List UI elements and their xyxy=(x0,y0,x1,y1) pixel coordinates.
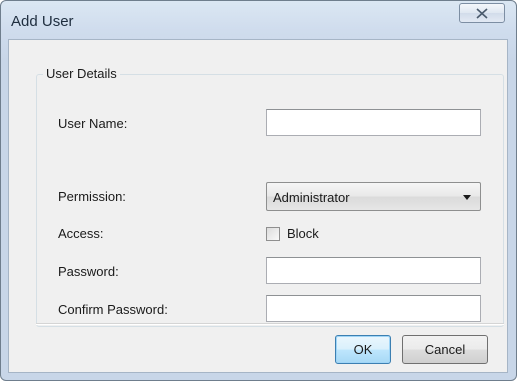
ok-button[interactable]: OK xyxy=(335,335,391,364)
user-name-input[interactable] xyxy=(266,109,481,136)
group-legend: User Details xyxy=(43,66,120,81)
permission-label: Permission: xyxy=(58,189,126,204)
password-input[interactable] xyxy=(266,257,481,284)
confirm-password-label: Confirm Password: xyxy=(58,302,168,317)
block-checkbox[interactable] xyxy=(266,227,280,241)
permission-dropdown[interactable]: Administrator xyxy=(266,182,481,211)
dialog-title: Add User xyxy=(11,13,74,30)
dialog-content: User Details User Name: Permission: Admi… xyxy=(8,39,508,373)
button-separator xyxy=(36,323,504,325)
close-button[interactable] xyxy=(459,3,505,23)
close-x-icon xyxy=(476,7,488,19)
add-user-dialog: Add User User Details User Name: Permiss… xyxy=(0,0,517,381)
user-name-label: User Name: xyxy=(58,116,128,131)
block-checkbox-label[interactable]: Block xyxy=(287,226,319,241)
password-label: Password: xyxy=(58,264,119,279)
permission-selected-value: Administrator xyxy=(273,190,350,205)
access-label: Access: xyxy=(58,226,104,241)
user-details-group: User Details User Name: Permission: Admi… xyxy=(36,66,504,327)
title-bar[interactable]: Add User xyxy=(1,1,516,39)
chevron-down-icon xyxy=(463,195,471,200)
confirm-password-input[interactable] xyxy=(266,295,481,322)
cancel-button[interactable]: Cancel xyxy=(402,335,488,364)
